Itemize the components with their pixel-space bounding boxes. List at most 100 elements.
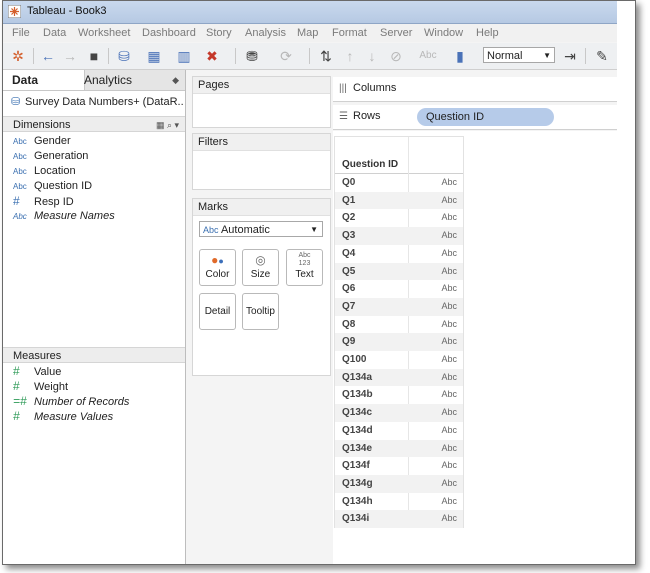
toolbar: ✲ ← → ■ ⛁ ▦ ▥ ✖ ⛃ ⟳ ⇅ ↑ ↓ ⊘ Abc ▮ Normal… [3, 43, 635, 70]
fit-icon[interactable]: ⇥ [561, 47, 579, 65]
dimension-field[interactable]: Abc Question ID [13, 179, 92, 194]
forward-icon[interactable]: → [61, 47, 79, 65]
text-table: Question ID Q0 Abc Q1 Abc Q2 Abc Q3 Abc Q4 Abc Q5 A… [334, 136, 464, 528]
back-icon[interactable]: ← [39, 47, 57, 65]
clear-sheet-icon[interactable]: ✖ [203, 47, 221, 65]
cell-value: Abc [441, 407, 457, 418]
table-row[interactable]: Q4 Abc [335, 245, 463, 263]
dimension-field[interactable]: # Resp ID [13, 194, 74, 209]
new-worksheet-icon[interactable]: ▦ [145, 47, 163, 65]
table-row[interactable]: Q7 Abc [335, 297, 463, 316]
table-row[interactable]: Q2 Abc [335, 209, 463, 227]
save-icon[interactable]: ■ [85, 47, 103, 65]
labels-icon[interactable]: Abc [417, 47, 439, 65]
table-row[interactable]: Q3 Abc [335, 227, 463, 245]
detail-button[interactable]: Detail [199, 293, 236, 330]
toolbar-separator [108, 48, 109, 64]
table-row[interactable]: Q134e Abc [335, 439, 463, 458]
show-me-icon[interactable]: ▮ [451, 47, 469, 65]
menu-bar: File Data Worksheet Dashboard Story Anal… [3, 24, 635, 42]
color-button[interactable]: ●● Color [199, 249, 236, 286]
pane-menu-icon[interactable]: ◆ [172, 75, 179, 86]
cards-pane: Pages Filters Marks Abc Automatic ▼ ●● C… [186, 70, 332, 564]
table-row[interactable]: Q134c Abc [335, 404, 463, 422]
dimension-field[interactable]: Abc Measure Names [13, 209, 115, 224]
swap-icon[interactable]: ⇅ [317, 47, 335, 65]
menu-server[interactable]: Server [380, 27, 412, 39]
group-icon[interactable]: ⊘ [387, 47, 405, 65]
pages-card[interactable]: Pages [192, 76, 331, 128]
columns-shelf[interactable]: ||| Columns [333, 77, 635, 102]
menu-help[interactable]: Help [476, 27, 499, 39]
tableau-logo-icon[interactable]: ✲ [9, 47, 27, 65]
menu-worksheet[interactable]: Worksheet [78, 27, 130, 39]
table-row[interactable]: Q134g Abc [335, 474, 463, 493]
cell-value: Abc [441, 318, 457, 329]
menu-story[interactable]: Story [206, 27, 232, 39]
menu-data[interactable]: Data [43, 27, 66, 39]
refresh-icon[interactable]: ⟳ [277, 47, 295, 65]
menu-map[interactable]: Map [297, 27, 318, 39]
datasource-item[interactable]: ⛁ Survey Data Numbers+ (DataR... [11, 95, 183, 111]
table-row[interactable]: Q1 Abc [335, 191, 463, 210]
rows-icon: ☰ [339, 111, 348, 122]
rows-label: Rows [353, 110, 381, 122]
dimension-field[interactable]: Abc Location [13, 164, 76, 179]
row-header: Q1 [342, 194, 356, 206]
tooltip-button[interactable]: Tooltip [242, 293, 279, 330]
table-row[interactable]: Q134b Abc [335, 386, 463, 404]
chevron-down-icon: ▼ [310, 225, 318, 234]
text-icon-line: Abc [298, 252, 311, 259]
table-row[interactable]: Q5 Abc [335, 262, 463, 281]
column-header[interactable]: Question ID [342, 159, 398, 170]
torn-edge [617, 1, 635, 564]
measure-field[interactable]: # Value [13, 364, 61, 379]
fit-select[interactable]: Normal ▼ [483, 47, 555, 63]
table-row[interactable]: Q134i Abc [335, 510, 463, 528]
dimensions-header: Dimensions ▦ ⌕ ▾ [3, 116, 185, 132]
measure-field[interactable]: =# Number of Records [13, 394, 129, 409]
size-button[interactable]: ◎ Size [242, 249, 279, 286]
table-row[interactable]: Q100 Abc [335, 351, 463, 369]
menu-file[interactable]: File [12, 27, 30, 39]
tab-analytics[interactable]: Analytics [75, 70, 174, 90]
tab-data[interactable]: Data [3, 70, 85, 90]
datasource-connect-icon[interactable]: ⛃ [243, 47, 261, 65]
pen-icon[interactable]: ✎ [593, 47, 611, 65]
duplicate-sheet-icon[interactable]: ▥ [175, 47, 193, 65]
new-datasource-icon[interactable]: ⛁ [115, 47, 133, 65]
table-row[interactable]: Q0 Abc [335, 174, 463, 192]
menu-format[interactable]: Format [332, 27, 367, 39]
dimension-field[interactable]: Abc Generation [13, 149, 88, 164]
columns-label: Columns [353, 82, 397, 94]
pane-tabs: Data Analytics ◆ [3, 70, 185, 91]
title-bar: Tableau - Book3 [3, 1, 635, 24]
table-row[interactable]: Q134a Abc [335, 368, 463, 387]
sort-ascending-icon[interactable]: ↑ [341, 47, 359, 65]
measure-field[interactable]: # Weight [13, 379, 68, 394]
cell-value: Abc [441, 283, 457, 294]
text-button[interactable]: Abc 123 Text [286, 249, 323, 286]
menu-analysis[interactable]: Analysis [245, 27, 286, 39]
cell-value: Abc [441, 477, 457, 488]
table-row[interactable]: Q134f Abc [335, 457, 463, 475]
table-row[interactable]: Q6 Abc [335, 280, 463, 298]
measure-field[interactable]: # Measure Values [13, 409, 113, 424]
sort-descending-icon[interactable]: ↓ [363, 47, 381, 65]
rows-shelf[interactable]: ☰ Rows Question ID [333, 105, 635, 130]
table-row[interactable]: Q8 Abc [335, 316, 463, 334]
dimensions-title: Dimensions [13, 119, 71, 131]
mark-type-dropdown[interactable]: Abc Automatic ▼ [199, 221, 323, 237]
table-row[interactable]: Q9 Abc [335, 333, 463, 351]
calculated-number-icon: =# [13, 394, 27, 408]
dimension-field[interactable]: Abc Gender [13, 134, 71, 149]
table-row[interactable]: Q134d Abc [335, 422, 463, 440]
measures-header: Measures [3, 347, 185, 363]
table-row[interactable]: Q134h Abc [335, 493, 463, 511]
menu-window[interactable]: Window [424, 27, 463, 39]
dimensions-controls[interactable]: ▦ ⌕ ▾ [156, 117, 179, 133]
menu-dashboard[interactable]: Dashboard [142, 27, 196, 39]
row-header: Q134c [342, 407, 373, 419]
filters-card[interactable]: Filters [192, 133, 331, 190]
rows-pill-question-id[interactable]: Question ID [417, 108, 554, 126]
